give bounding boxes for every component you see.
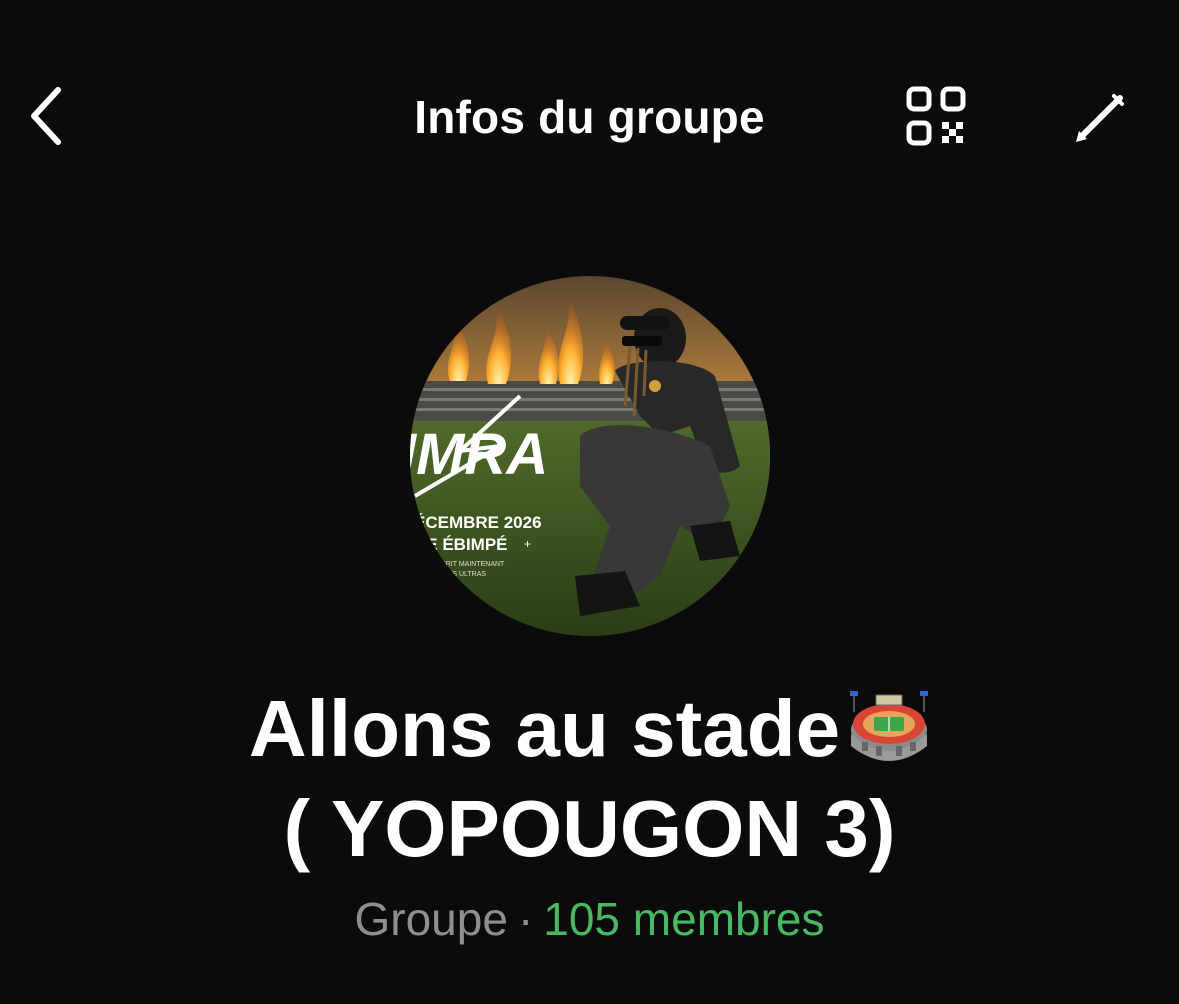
avatar-poster-venue: DE ÉBIMPÉ	[414, 535, 508, 554]
group-avatar[interactable]: IMRA ÉCEMBRE 2026 DE ÉBIMPÉ + ÉCRIT MAIN…	[410, 276, 770, 636]
meta-separator: ·	[517, 893, 534, 945]
group-name-text-1: Allons au stade	[248, 684, 841, 773]
group-meta: Groupe · 105 membres	[0, 892, 1179, 946]
members-count-link[interactable]: 105 membres	[543, 893, 824, 945]
back-button[interactable]	[18, 80, 78, 152]
qr-code-button[interactable]	[900, 80, 972, 152]
qr-code-icon	[906, 86, 966, 146]
group-name-line-2: ( YOPOUGON 3)	[283, 784, 896, 873]
avatar-poster-small-1: ÉCRIT MAINTENANT	[436, 559, 505, 568]
pencil-icon	[1076, 94, 1124, 142]
avatar-poster-small-2: E DES ULTRAS	[436, 571, 486, 578]
chevron-left-icon	[31, 87, 61, 145]
group-name: Allons au stade ( YOPOUGON 3)	[0, 682, 1179, 876]
stadium-icon	[848, 688, 930, 782]
avatar-poster-plus: +	[524, 537, 531, 551]
page-title: Infos du groupe	[414, 91, 765, 143]
avatar-poster-title: IMRA	[410, 422, 548, 487]
group-name-line-1: Allons au stade	[0, 682, 1179, 782]
group-avatar-image: IMRA ÉCEMBRE 2026 DE ÉBIMPÉ + ÉCRIT MAIN…	[410, 276, 770, 636]
group-type-label: Groupe	[354, 893, 508, 945]
edit-button[interactable]	[1064, 80, 1136, 152]
avatar-poster-date: ÉCEMBRE 2026	[414, 513, 542, 532]
navigation-bar: Infos du groupe	[0, 0, 1179, 236]
